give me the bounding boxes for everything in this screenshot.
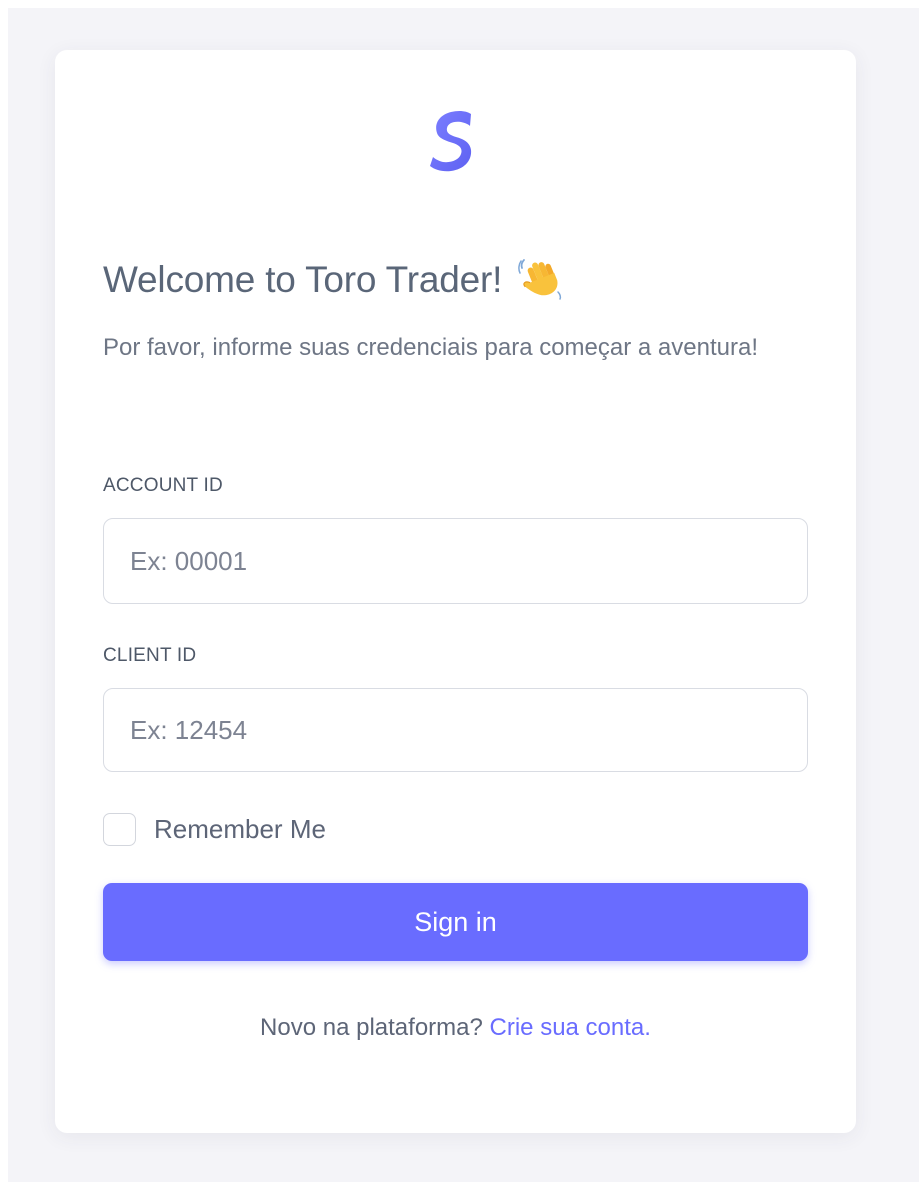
page-title: Welcome to Toro Trader! [103, 256, 566, 304]
waving-hand-icon [518, 259, 562, 300]
client-id-input[interactable] [103, 688, 808, 772]
page-title-text: Welcome to Toro Trader! [103, 259, 503, 300]
client-id-label: CLIENT ID [103, 645, 197, 666]
remember-me-label: Remember Me [154, 813, 326, 844]
brand-s-logo-icon [430, 110, 472, 172]
checkbox-box[interactable] [103, 812, 136, 846]
signup-prompt-text: Novo na plataforma? [260, 1014, 483, 1041]
sign-in-button[interactable]: Sign in [103, 883, 808, 961]
signup-prompt: Novo na plataforma? Crie sua conta. [103, 1014, 808, 1042]
account-id-input[interactable] [103, 518, 808, 604]
account-id-label: ACCOUNT ID [103, 475, 223, 496]
page-subtitle: Por favor, informe suas credenciais para… [103, 334, 758, 361]
remember-me-checkbox[interactable]: Remember Me [103, 810, 326, 848]
create-account-link[interactable]: Crie sua conta. [490, 1014, 651, 1041]
